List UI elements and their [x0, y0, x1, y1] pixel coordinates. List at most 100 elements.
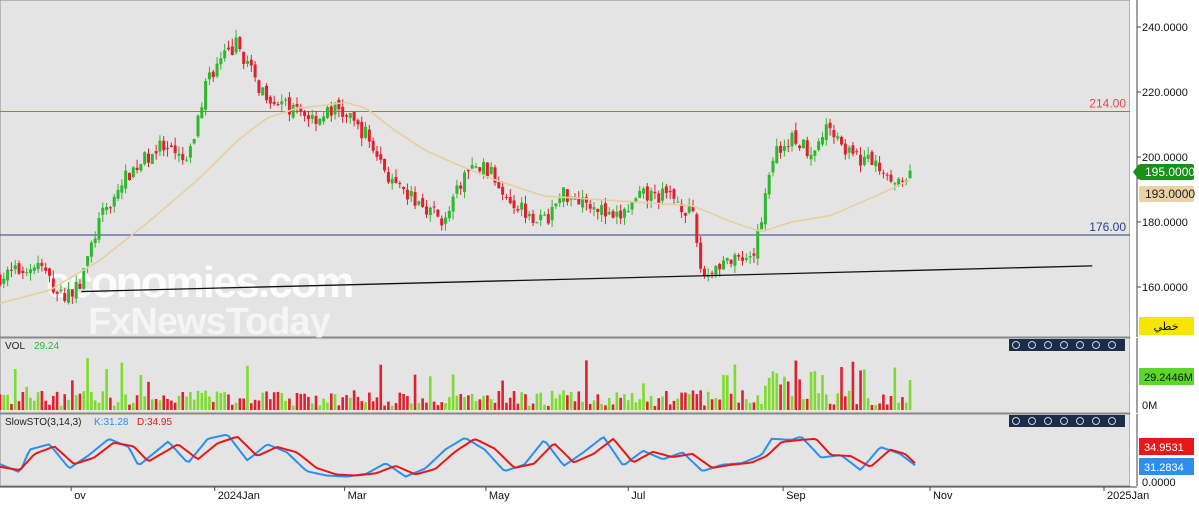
volume-bar [760, 403, 763, 410]
volume-bar [474, 401, 478, 410]
volume-bar [779, 384, 782, 410]
volume-bar [577, 391, 581, 410]
candle-body [272, 101, 276, 104]
candle-body [143, 152, 147, 165]
candle-body [394, 177, 398, 183]
candle-body [74, 281, 78, 299]
volume-bar [375, 397, 379, 410]
candle-body [421, 198, 425, 207]
candle-body [405, 189, 409, 200]
volume-bar [356, 396, 360, 410]
volume-bar [863, 369, 866, 410]
candle-body [718, 263, 722, 270]
price-tick-label: 180.0000 [1142, 217, 1188, 229]
candle-body [135, 167, 139, 170]
candle-body [9, 269, 13, 271]
volume-bar [371, 401, 375, 410]
volume-bar [189, 391, 192, 410]
stock-chart[interactable]: economies.com FxNewsToday 214.00 176.00 … [0, 0, 1199, 502]
volume-bar [200, 393, 204, 410]
candle-body [638, 190, 642, 198]
volume-bar [634, 402, 638, 410]
volume-bar [646, 401, 649, 410]
volume-bar [794, 360, 798, 410]
candle-body [139, 164, 143, 171]
candle-body [238, 37, 242, 50]
candle-body [428, 207, 432, 215]
volume-bar [722, 374, 725, 410]
price-axis[interactable]: 240.0000 220.0000 200.0000 180.0000 160.0000… [1130, 0, 1199, 337]
candle-body [413, 192, 417, 206]
volume-bar [97, 402, 101, 410]
volume-bar [444, 403, 447, 410]
volume-bar [29, 397, 32, 410]
volume-bar [162, 395, 166, 410]
candle-body [276, 104, 280, 106]
price-tick-label: 220.0000 [1142, 87, 1188, 99]
volume-bar [901, 397, 904, 410]
candle-body [310, 114, 314, 119]
candle-body [440, 218, 444, 226]
time-tick-label: 2024Jan [218, 490, 260, 502]
time-tick-label: Jul [631, 490, 645, 502]
candle-body [889, 174, 893, 182]
candle-body [375, 151, 379, 157]
candle-body [112, 196, 116, 207]
volume-bar [13, 368, 17, 410]
candle-body [402, 187, 406, 190]
candle-body [615, 211, 619, 217]
candle-body [89, 242, 93, 257]
volume-bar [215, 391, 219, 410]
volume-axis[interactable]: 29.2446M 0M [1130, 338, 1199, 413]
candle-body [169, 145, 173, 147]
volume-bar [295, 392, 299, 410]
candle-body [733, 254, 737, 266]
time-axis[interactable]: ov 2024Jan Mar May Jul Sep Nov 2025Jan [0, 486, 1199, 502]
volume-bar [851, 361, 855, 410]
candle-body [798, 145, 802, 149]
stochastic-axis[interactable]: 34.9531 31.2834 0.0000 [1130, 414, 1199, 489]
candle-body [116, 189, 120, 199]
candle-body [150, 153, 154, 164]
candle-body [741, 257, 745, 261]
volume-toolbar[interactable] [1009, 339, 1125, 351]
candle-body [520, 202, 524, 210]
volume-bar [527, 405, 531, 410]
candle-body [181, 154, 185, 161]
candle-body [664, 186, 668, 193]
volume-bar [817, 393, 820, 410]
volume-bar [695, 394, 699, 410]
candle-body [535, 222, 539, 224]
volume-bar [775, 373, 779, 410]
volume-bar [36, 392, 40, 410]
candle-body [603, 203, 607, 217]
volume-value: 29.24 [34, 341, 59, 352]
candle-body [398, 183, 402, 185]
volume-bar [832, 404, 836, 410]
candle-body [32, 267, 36, 271]
stochastic-panel[interactable]: SlowSTO(3,14,3) K:31.28 D:34.95 [0, 413, 1131, 487]
volume-bar [520, 392, 523, 410]
price-panel[interactable]: economies.com FxNewsToday 214.00 176.00 [0, 0, 1131, 343]
volume-panel[interactable]: VOL 29.24 [0, 337, 1131, 414]
volume-bar [227, 394, 230, 410]
candle-body [436, 209, 440, 217]
volume-bar [105, 369, 108, 410]
candle-body [17, 263, 21, 274]
candle-body [219, 58, 223, 65]
last-price-value: 195.0000 [1145, 165, 1195, 179]
volume-bar [139, 375, 143, 410]
candle-body [840, 136, 844, 145]
candle-body [710, 272, 714, 274]
candle-body [207, 72, 211, 80]
stochastic-d-value: 34.9531 [1144, 442, 1184, 454]
candle-body [893, 183, 897, 185]
stochastic-toolbar[interactable] [1009, 415, 1125, 427]
volume-bar [569, 392, 573, 410]
volume-bar [497, 390, 501, 410]
volume-bar [383, 405, 386, 410]
volume-bar [303, 393, 306, 410]
volume-bar [600, 403, 603, 410]
volume-bar [208, 396, 211, 410]
volume-bar [904, 402, 908, 410]
